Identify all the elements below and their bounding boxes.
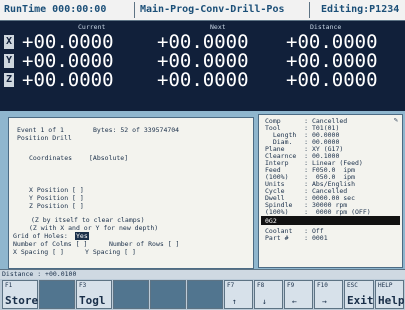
current-header: Current <box>78 23 106 31</box>
title-bar: RunTime 000:00:00 Main-Prog-Conv-Drill-P… <box>0 0 405 21</box>
x-distance-value: +00.0000 <box>286 31 378 53</box>
status-row: (100%) : 0000 rpm (OFF) <box>265 208 371 216</box>
distance-readout: Distance : +00.0100 <box>2 270 77 278</box>
digital-readout-panel: Current Next Distance X +00.0000 +00.000… <box>0 21 405 111</box>
modal-status-panel: ✎ Comp : Cancelled Tool : T01(01) Length… <box>258 114 403 268</box>
f6-blank-button[interactable] <box>187 280 223 309</box>
y-distance-value: +00.0000 <box>286 50 378 72</box>
f7-up-button[interactable]: F7 ↑ <box>224 280 253 309</box>
key-text: Store <box>5 294 39 307</box>
event-editor-panel: Event 1 of 1 Bytes: 52 of 339574704 Posi… <box>8 117 254 269</box>
esc-exit-button[interactable]: ESC Exit <box>344 280 374 309</box>
columns-field[interactable]: Number of Colms [ ] <box>13 240 87 248</box>
rows-field[interactable]: Number of Rows [ ] <box>109 240 179 248</box>
editing-status: Editing:P1234 <box>321 4 400 15</box>
key-label: F7 <box>227 282 235 289</box>
key-label: F8 <box>257 282 265 289</box>
right-arrow-icon: → <box>322 297 327 306</box>
title-separator <box>134 2 135 18</box>
next-header: Next <box>210 23 226 31</box>
hint-clear-clamps: (Z by itself to clear clamps) <box>31 216 145 224</box>
key-label: F10 <box>317 282 328 289</box>
x-position-field[interactable]: X Position [ ] <box>29 186 84 194</box>
help-button[interactable]: HELP Help <box>375 280 405 309</box>
coordinates-label: Coordinates <box>29 154 73 162</box>
y-next-value: +00.0000 <box>157 50 249 72</box>
f5-blank-button[interactable] <box>150 280 186 309</box>
grid-holes-select[interactable]: Yes <box>75 232 89 240</box>
key-text: Exit <box>347 294 374 307</box>
up-arrow-icon: ↑ <box>232 297 237 306</box>
hint-new-depth: (Z with X and or Y for new depth) <box>29 224 159 232</box>
z-axis-label: Z <box>4 73 14 87</box>
gcode-entry-text: 0G2 <box>265 217 277 225</box>
x-axis-label: X <box>4 35 14 49</box>
status-row: Part # : 0001 <box>265 234 328 242</box>
f9-left-button[interactable]: F9 ← <box>284 280 313 309</box>
program-name: Main-Prog-Conv-Drill-Pos <box>140 4 285 15</box>
f4-blank-button[interactable] <box>113 280 149 309</box>
edit-pencil-icon: ✎ <box>393 116 398 124</box>
x-current-value: +00.0000 <box>22 31 114 53</box>
z-next-value: +00.0000 <box>157 69 249 91</box>
key-text: Help <box>378 294 405 307</box>
grid-holes-label: Grid of Holes: <box>13 232 68 240</box>
y-current-value: +00.0000 <box>22 50 114 72</box>
gcode-entry[interactable] <box>261 216 400 225</box>
event-counter: Event 1 of 1 <box>17 126 64 134</box>
title-separator <box>309 2 310 18</box>
key-text: Togl <box>79 294 106 307</box>
y-axis-label: Y <box>4 54 14 68</box>
distance-header: Distance <box>310 23 342 31</box>
distance-bar: Distance : +00.0100 <box>0 269 405 279</box>
f10-right-button[interactable]: F10 → <box>314 280 343 309</box>
event-title: Position Drill <box>17 134 72 142</box>
z-distance-value: +00.0000 <box>286 69 378 91</box>
left-arrow-icon: ← <box>292 297 297 306</box>
key-label: F3 <box>79 282 87 289</box>
key-label: ESC <box>347 282 358 289</box>
key-label: F1 <box>5 282 13 289</box>
function-key-bar: F1 Store F3 Togl F7 ↑ F8 ↓ F9 ← F10 → ES… <box>0 279 405 310</box>
z-position-field[interactable]: Z Position [ ] <box>29 202 84 210</box>
main-area: Event 1 of 1 Bytes: 52 of 339574704 Posi… <box>0 111 405 269</box>
grid-holes-value: Yes <box>75 232 89 240</box>
f2-blank-button[interactable] <box>39 280 75 309</box>
f3-togl-button[interactable]: F3 Togl <box>76 280 112 309</box>
coordinates-select[interactable]: [Absolute] <box>89 154 128 162</box>
y-position-field[interactable]: Y Position [ ] <box>29 194 84 202</box>
f1-store-button[interactable]: F1 Store <box>2 280 38 309</box>
f8-down-button[interactable]: F8 ↓ <box>254 280 283 309</box>
key-label: F9 <box>287 282 295 289</box>
x-spacing-field[interactable]: X Spacing [ ] <box>13 248 64 256</box>
key-label: HELP <box>378 282 393 289</box>
down-arrow-icon: ↓ <box>262 297 267 306</box>
bytes-used: Bytes: 52 of 339574704 <box>93 126 180 134</box>
y-spacing-field[interactable]: Y Spacing [ ] <box>85 248 136 256</box>
x-next-value: +00.0000 <box>157 31 249 53</box>
z-current-value: +00.0000 <box>22 69 114 91</box>
runtime-readout: RunTime 000:00:00 <box>4 4 107 15</box>
